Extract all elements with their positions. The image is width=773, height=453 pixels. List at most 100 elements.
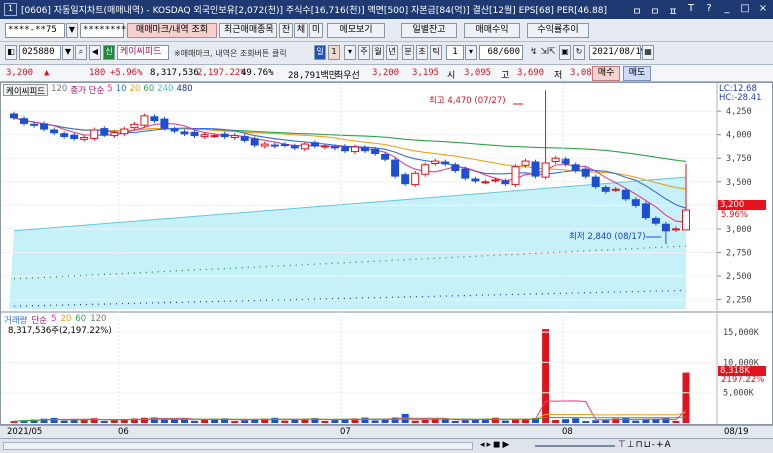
volume-tick-label: 15,000K: [723, 328, 760, 338]
trade-profit-button[interactable]: 매매수익: [464, 23, 520, 38]
volume-bar: [191, 420, 198, 423]
refresh-icon[interactable]: ↻: [573, 45, 585, 60]
period-month[interactable]: 월: [372, 45, 384, 60]
drawing-tools-icon[interactable]: ⊤⊥⊓⊔-+A: [618, 440, 672, 450]
candle-down: [471, 178, 480, 182]
candle-down: [601, 187, 610, 192]
maximize-icon[interactable]: □: [739, 3, 751, 18]
code-dropdown-icon[interactable]: ▼: [62, 45, 74, 60]
high-label: 고: [501, 71, 510, 81]
zoom-slider[interactable]: [535, 445, 615, 447]
trade-mark-query-button[interactable]: 매매마크/내역 조회: [127, 23, 217, 38]
candle-down: [270, 144, 279, 147]
price-tick-label: 2,750: [726, 248, 752, 258]
volume-current: 8,317,536주(2,197.22%): [8, 326, 112, 336]
volume-bar: [421, 419, 429, 423]
candle-up: [140, 115, 149, 126]
candle-down: [150, 116, 159, 122]
best-quote-label: 최우선: [335, 71, 360, 81]
pin-icon[interactable]: ㅍ: [667, 3, 679, 18]
speaker-icon[interactable]: ◀: [89, 45, 101, 60]
candle-up: [551, 157, 560, 162]
price-tick-label: 3,750: [726, 154, 752, 164]
volume-bar: [241, 420, 249, 423]
chart-area[interactable]: 4,2504,0003,7503,5003,2503,0002,7502,500…: [0, 82, 773, 425]
candle-down: [501, 180, 510, 185]
candle-down: [381, 154, 390, 160]
playback-controls-icon[interactable]: ◂▸◼▶: [480, 440, 511, 450]
candle-down: [220, 133, 229, 138]
candle-up: [541, 162, 550, 178]
close-icon[interactable]: ×: [757, 3, 769, 18]
candle-up: [130, 123, 139, 129]
period-year[interactable]: 년: [386, 45, 398, 60]
layout-toggle-icon[interactable]: ◧: [5, 45, 17, 60]
layout-icon[interactable]: ㅁ: [631, 3, 643, 18]
help-icon[interactable]: ?: [703, 3, 715, 18]
volume-bar: [140, 417, 148, 423]
interval-dropdown-icon[interactable]: ▾: [465, 45, 477, 60]
buy-button[interactable]: 매수: [592, 66, 620, 81]
last-price-tag: 3,200: [718, 200, 766, 210]
candle-down: [341, 146, 349, 152]
price-tick-label: 3,500: [726, 178, 752, 188]
x-label-aug: 08: [562, 427, 573, 437]
volume-bar: [271, 417, 279, 423]
copy-icon[interactable]: ㅁ: [649, 3, 661, 18]
date-input[interactable]: 2021/08/19: [589, 45, 646, 60]
period-second[interactable]: 초: [416, 45, 428, 60]
text-icon[interactable]: T: [685, 3, 697, 18]
name-badge: 신: [103, 45, 115, 60]
minimize-icon[interactable]: _: [721, 3, 733, 18]
save-icon[interactable]: ▣: [559, 45, 571, 60]
low-annotation: 최저 2,840 (08/17): [569, 232, 646, 242]
stock-code-input[interactable]: 025880: [19, 45, 61, 60]
volume-bar: [552, 420, 560, 423]
title-bar: 1 [0606] 자동일지차트(매매내역) - KOSDAQ 외국인보유[2,0…: [0, 0, 773, 19]
period-tick[interactable]: 틱: [430, 45, 442, 60]
candle-up: [491, 179, 500, 182]
return-trend-button[interactable]: 수익률추이: [527, 23, 589, 38]
candle-up: [200, 134, 209, 138]
search-icon[interactable]: ⌕: [75, 45, 87, 60]
volume-bar: [672, 420, 680, 423]
calendar-icon[interactable]: ▦: [642, 45, 654, 60]
period-tick-icon[interactable]: ▾: [344, 45, 356, 60]
password-input[interactable]: ********: [80, 23, 126, 38]
price-volume-chart[interactable]: 4,2504,0003,7503,5003,2503,0002,7502,500…: [1, 83, 772, 424]
best-ask: 3,200: [372, 68, 400, 78]
candle-down: [240, 136, 249, 141]
data-count-field[interactable]: 68/600: [479, 45, 523, 60]
x-label-jul: 07: [340, 427, 351, 437]
unfilled-button[interactable]: 미: [309, 23, 323, 38]
period-value[interactable]: 1: [328, 45, 340, 60]
filled-button[interactable]: 체: [294, 23, 308, 38]
daily-balance-button[interactable]: 일별잔고: [401, 23, 457, 38]
account-dropdown-icon[interactable]: ▼: [66, 23, 78, 38]
candle-up: [521, 160, 530, 166]
interval-input[interactable]: 1: [446, 45, 464, 60]
balance-button[interactable]: 잔: [279, 23, 293, 38]
memo-view-button[interactable]: 메모보기: [327, 23, 385, 38]
account-input[interactable]: ****-**75: [5, 23, 65, 38]
candle-up: [611, 188, 620, 191]
candle-down: [621, 189, 630, 200]
scroll-track[interactable]: [3, 442, 473, 450]
volume-tick-label: 5,000K: [723, 389, 755, 399]
price-panel-title[interactable]: 케이씨피드: [3, 84, 49, 97]
period-day[interactable]: 일: [314, 45, 326, 60]
volume-bar: [361, 417, 369, 423]
period-week[interactable]: 주: [358, 45, 370, 60]
price-summary-bar: 3,200 ▲ 180 +5.96% 8,317,536 2,197.22% 4…: [0, 64, 773, 82]
recent-trades-button[interactable]: 최근매매종목: [219, 23, 277, 38]
last-volume-rate: 2197.22%: [721, 375, 765, 385]
candle-down: [441, 161, 450, 165]
candle-up: [210, 135, 219, 138]
candle-down: [581, 168, 590, 177]
sell-button[interactable]: 매도: [623, 66, 651, 81]
ma240-label: 240: [157, 84, 174, 94]
scroll-bar[interactable]: ◂▸◼▶ ⊤⊥⊓⊔-+A: [0, 438, 773, 453]
candle-down: [20, 118, 28, 124]
period-minute[interactable]: 분: [402, 45, 414, 60]
chart-tools-icon[interactable]: ↯ ⇲⇱: [530, 47, 555, 57]
